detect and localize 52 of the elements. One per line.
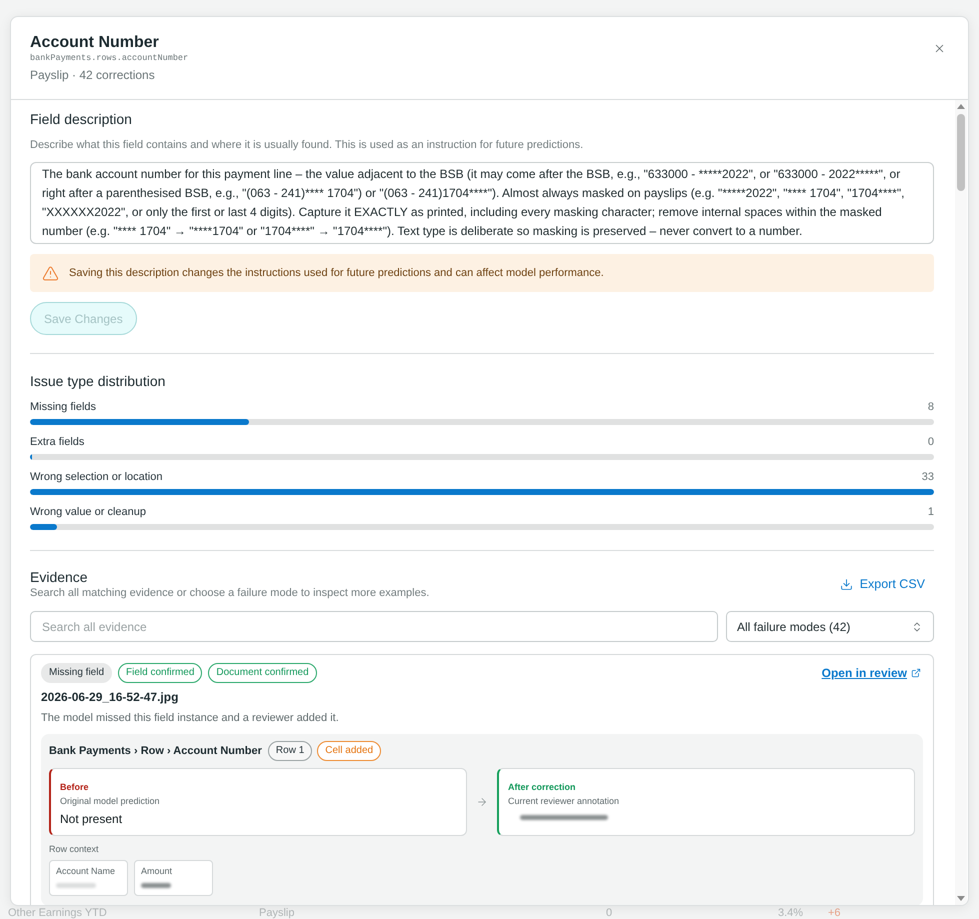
arrow-right-icon bbox=[476, 796, 488, 808]
dialog-title: Account Number bbox=[30, 33, 160, 53]
context-field-label: Amount bbox=[141, 865, 174, 877]
search-field[interactable]: Search all evidence bbox=[30, 611, 718, 642]
table-cell: Payslip bbox=[259, 907, 294, 919]
scroll-down-arrow-icon[interactable] bbox=[957, 896, 965, 901]
chevrons-up-down-icon bbox=[911, 620, 923, 632]
export-csv-button[interactable]: Export CSV bbox=[840, 574, 925, 594]
issue-count: 0 bbox=[928, 435, 934, 450]
issue-count: 1 bbox=[928, 505, 934, 520]
file-name: 2026-06-29_16-52-47.jpg bbox=[41, 689, 180, 705]
field-path: bankPayments.rows.accountNumber bbox=[30, 53, 188, 64]
row-context-label: Row context bbox=[49, 843, 100, 855]
after-caption: Current reviewer annotation bbox=[508, 795, 620, 807]
section-hint: Describe what this field contains and where it is usually found. This is used as an instruction for future predictions. bbox=[30, 138, 584, 153]
scroll-up-arrow-icon[interactable] bbox=[957, 104, 965, 109]
status-tag: Row 1 bbox=[268, 741, 312, 761]
external-link-icon bbox=[911, 668, 921, 678]
download-icon bbox=[840, 578, 853, 590]
table-cell: 3.4% bbox=[778, 907, 804, 919]
after-label: After correction bbox=[508, 781, 577, 793]
scrollbar[interactable] bbox=[955, 100, 967, 905]
status-tag: Cell added bbox=[317, 741, 382, 761]
before-value: Not present bbox=[60, 811, 124, 827]
status-tag: Document confirmed bbox=[208, 663, 317, 683]
before-label: Before bbox=[60, 781, 90, 793]
evidence-summary: The model missed this field instance and a reviewer added it. bbox=[41, 711, 340, 726]
issue-count: 33 bbox=[922, 470, 934, 485]
issue-label: Missing fields bbox=[30, 400, 96, 415]
section-heading: Issue type distribution bbox=[30, 372, 166, 390]
issue-label: Wrong selection or location bbox=[30, 470, 162, 485]
section-hint: Search all matching evidence or choose a failure mode to inspect more examples. bbox=[30, 586, 430, 600]
warning-text: Saving this description changes the instructions used for future predictions and can affect model performance. bbox=[69, 266, 604, 281]
table-cell: Other Earnings YTD bbox=[8, 907, 107, 919]
scrollbar-thumb[interactable] bbox=[957, 114, 965, 191]
failure-mode-select[interactable]: All failure modes (42) bbox=[726, 611, 934, 642]
issue-count: 8 bbox=[928, 400, 934, 415]
status-tag: Missing field bbox=[41, 663, 112, 683]
section-heading: Field description bbox=[30, 110, 133, 128]
table-cell: 0 bbox=[606, 907, 612, 919]
open-in-review-link[interactable]: Open in review bbox=[822, 664, 921, 682]
issue-label: Extra fields bbox=[30, 435, 84, 450]
table-cell: +6 bbox=[828, 907, 841, 919]
description-field[interactable]: The bank account number for this payment line – the value adjacent to the BSB (it may come after the BSB, e.g., "633000 - *****2022", or "633000 - 2022*****", or right after a parenthesised BSB, e.g., "(063 - 241)**** 1704") or "(063 - 241)1704****"). Almost always masked on payslips (e.g. "*****2022", "**** 1704", "1704****", "XXXXXX2022", or only the first or last 4 digits). Capture it EXACTLY as printed, including every masking character; remove internal spaces within the masked number (e.g. "**** 1704" → "****1704" or "1704****" → "1704****"). Text type is deliberate so masking is preserved – never convert to a number. bbox=[30, 162, 934, 244]
section-heading: Evidence bbox=[30, 568, 89, 586]
issue-label: Wrong value or cleanup bbox=[30, 505, 146, 520]
dialog-subtitle: Payslip · 42 corrections bbox=[30, 67, 156, 83]
context-field-label: Account Name bbox=[56, 865, 116, 877]
before-caption: Original model prediction bbox=[60, 795, 161, 807]
warning-icon bbox=[42, 264, 59, 282]
field-breadcrumb: Bank Payments › Row › Account Number bbox=[49, 744, 262, 759]
status-tag: Field confirmed bbox=[118, 663, 202, 683]
